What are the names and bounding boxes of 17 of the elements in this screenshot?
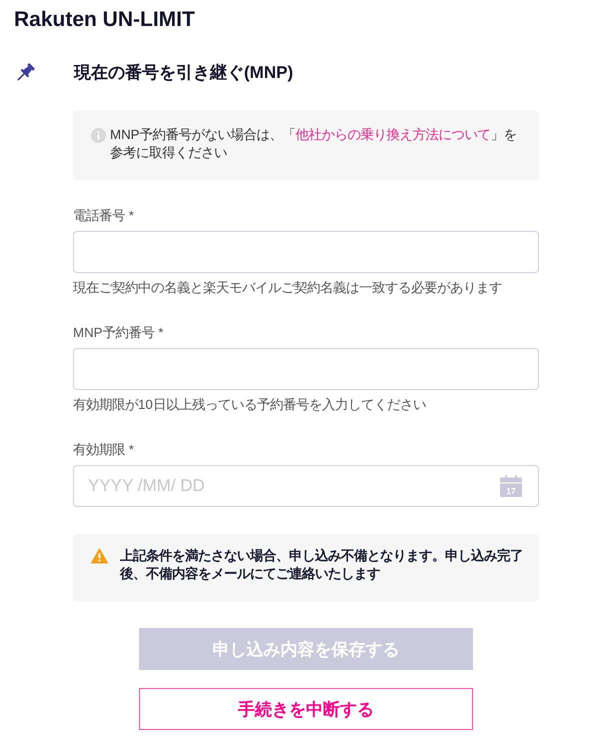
cancel-button[interactable]: 手続きを中断する (139, 688, 473, 730)
field-hint: 現在ご契約中の名義と楽天モバイルご契約名義は一致する必要があります (73, 279, 502, 297)
calendar-icon[interactable]: 17 (500, 475, 522, 497)
info-icon (91, 128, 106, 142)
warning-text: 上記条件を満たさない場合、申し込み不備となります。申し込み完了後、不備内容をメールにてご連絡いたします (120, 547, 524, 583)
transfer-guide-link[interactable]: 他社からの乗り換え方法について (296, 127, 491, 142)
text-input-field[interactable] (73, 348, 539, 390)
warning-icon (91, 548, 108, 564)
field-label: 有効期限 * (73, 441, 134, 459)
app-title: Rakuten UN-LIMIT (14, 7, 195, 33)
field-hint: 有効期限が10日以上残っている予約番号を入力してください (73, 396, 426, 414)
date-input-field[interactable]: YYYY /MM/ DD 17 (73, 465, 539, 507)
info-text: MNP予約番号がない場合は、「他社からの乗り換え方法について」を参考に取得ください (110, 126, 518, 162)
field-label: 電話番号 * (73, 207, 134, 225)
field-label: MNP予約番号 * (73, 324, 164, 342)
section-heading: 現在の番号を引き継ぐ(MNP) (74, 62, 294, 84)
text-input-field[interactable] (73, 231, 539, 273)
